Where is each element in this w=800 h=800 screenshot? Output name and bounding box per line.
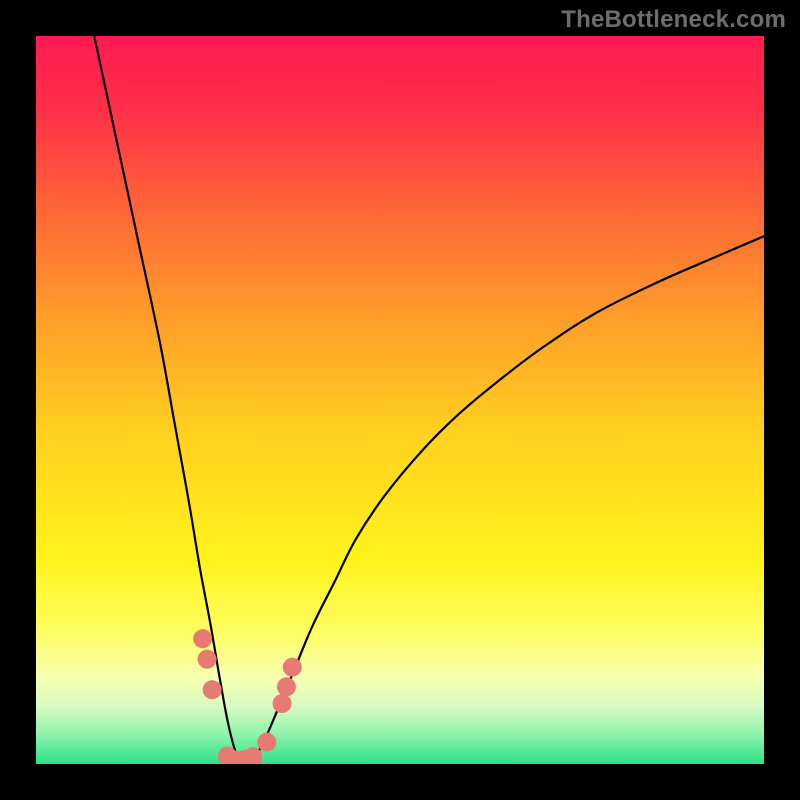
watermark-text: TheBottleneck.com: [561, 6, 786, 34]
plot-area: [36, 36, 764, 764]
heat-gradient: [36, 36, 764, 764]
chart-frame: TheBottleneck.com: [0, 0, 800, 800]
